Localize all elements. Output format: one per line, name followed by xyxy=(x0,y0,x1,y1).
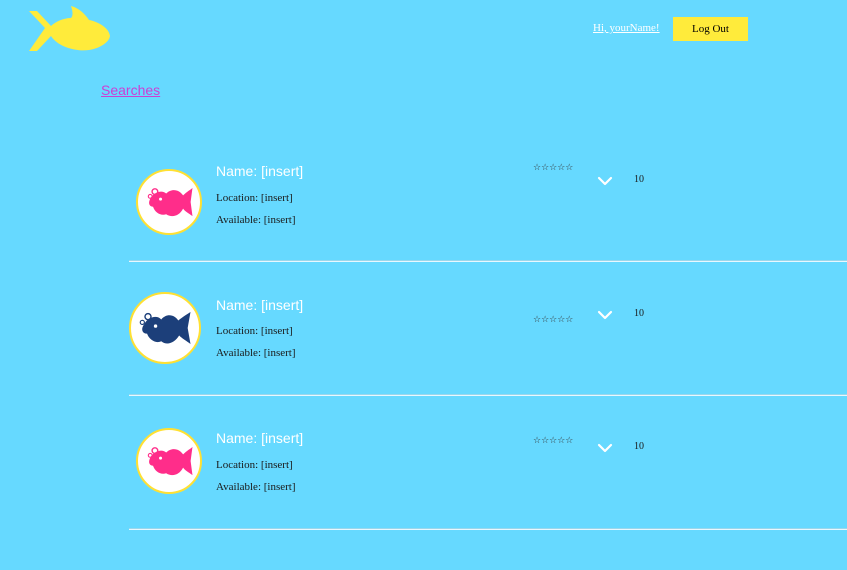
result-availability: Available: [insert] xyxy=(216,347,296,359)
result-availability: Available: [insert] xyxy=(216,214,296,226)
result-location: Location: [insert] xyxy=(216,459,293,471)
pink-fish-icon xyxy=(136,169,202,235)
result-availability: Available: [insert] xyxy=(216,481,296,493)
user-greeting-link[interactable]: Hi, yourName! xyxy=(593,22,660,34)
rating-stars[interactable]: ☆☆☆☆☆ xyxy=(533,436,573,446)
chevron-down-icon[interactable] xyxy=(597,310,613,320)
result-count: 10 xyxy=(634,308,644,319)
chevron-down-icon[interactable] xyxy=(597,176,613,186)
fish-logo-icon xyxy=(29,6,110,51)
rating-stars[interactable]: ☆☆☆☆☆ xyxy=(533,163,573,173)
pink-fish-icon xyxy=(136,428,202,494)
logout-button[interactable]: Log Out xyxy=(673,17,748,41)
result-count: 10 xyxy=(634,174,644,185)
result-name: Name: [insert] xyxy=(216,163,304,179)
result-location: Location: [insert] xyxy=(216,192,293,204)
result-row: Name: [insert] Location: [insert] Availa… xyxy=(129,128,847,262)
rating-stars[interactable]: ☆☆☆☆☆ xyxy=(533,315,573,325)
result-location: Location: [insert] xyxy=(216,325,293,337)
result-row: Name: [insert] Location: [insert] Availa… xyxy=(129,396,847,530)
result-name: Name: [insert] xyxy=(216,430,304,446)
result-count: 10 xyxy=(634,441,644,452)
chevron-down-icon[interactable] xyxy=(597,443,613,453)
result-row: Name: [insert] Location: [insert] Availa… xyxy=(129,262,847,396)
result-name: Name: [insert] xyxy=(216,297,304,313)
row-divider xyxy=(129,528,847,530)
navy-fish-icon xyxy=(129,292,201,364)
searches-link[interactable]: Searches xyxy=(101,82,160,98)
